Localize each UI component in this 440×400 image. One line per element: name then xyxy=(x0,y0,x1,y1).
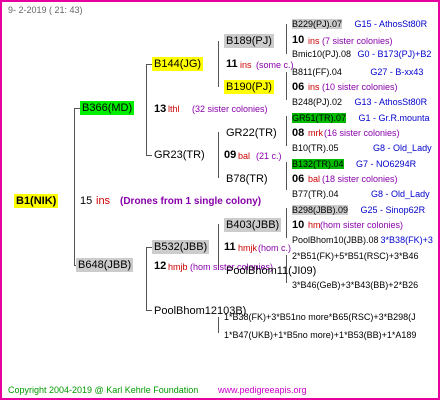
node-b532-num: 11 xyxy=(224,241,236,253)
node-gr23-num: 09 xyxy=(224,149,237,161)
g4-7[interactable]: B77(TR).04 G8 - Old_Lady xyxy=(292,187,430,201)
node-b648-ins: hmjb xyxy=(168,262,188,272)
node-b532[interactable]: B532(JBB) xyxy=(152,240,210,254)
g4-4[interactable]: GR51(TR).07 G1 - Gr.R.mounta xyxy=(292,111,430,125)
node-b366-num: 13 xyxy=(154,103,167,115)
node-b144-num: 11 xyxy=(226,58,238,70)
tree-line xyxy=(74,108,75,266)
node-b190-num: 06 xyxy=(292,81,305,93)
copyright: Copyright 2004-2019 @ Karl Kehrle Founda… xyxy=(8,385,199,395)
g4-5[interactable]: B10(TR).05 G8 - Old_Lady xyxy=(292,141,432,155)
node-gr22-num: 08 xyxy=(292,127,305,139)
node-b189-ins: ins xyxy=(308,36,320,46)
node-b366-note: (32 sister colonies) xyxy=(192,104,268,114)
node-gr23-ins: bal xyxy=(238,151,251,161)
tree-line xyxy=(286,208,287,238)
root-node[interactable]: B1(NIK) xyxy=(14,194,59,208)
g4-0[interactable]: B229(PJ).07 G15 - AthosSt80R xyxy=(292,17,427,31)
tree-line xyxy=(218,132,219,178)
root-num: 15 xyxy=(80,195,93,207)
g4-6[interactable]: B132(TR).04 G7 - NO6294R xyxy=(292,157,416,171)
node-b144[interactable]: B144(JG) xyxy=(152,57,204,71)
node-b78-num: 06 xyxy=(292,173,305,185)
node-b144-note: (some c.) xyxy=(256,60,294,70)
node-b648-num: 12 xyxy=(154,260,167,272)
node-b190[interactable]: B190(PJ) xyxy=(224,80,274,94)
node-b190-ins: ins xyxy=(308,82,320,92)
root-note: (Drones from 1 single colony) xyxy=(120,196,262,207)
node-b78-note: (18 sister colonies) xyxy=(322,174,398,184)
tree-line xyxy=(286,72,287,100)
node-b78[interactable]: B78(TR) xyxy=(224,172,270,186)
g4-9[interactable]: PoolBhom10(JBB).08 3*B38(FK)+3 xyxy=(292,233,433,247)
g4-1[interactable]: Bmic10(PJ).08 G0 - B173(PJ)+B2 xyxy=(292,47,431,61)
node-b189-note: (7 sister colonies) xyxy=(322,36,393,46)
node-b403-ins: hm xyxy=(308,220,321,230)
tree-line xyxy=(286,116,287,146)
site-link[interactable]: www.pedigreeapis.org xyxy=(218,383,307,397)
node-b532-ins: hmjk xyxy=(238,243,258,253)
node-b366[interactable]: B366(MD) xyxy=(80,101,135,115)
g4-2[interactable]: B811(FF).04 G27 - B-xx43 xyxy=(292,65,423,79)
node-b144-ins: ins xyxy=(240,60,252,70)
node-b403-note: (hom sister colonies) xyxy=(320,220,404,230)
g4-10[interactable]: 2*B51(FK)+5*B51(RSC)+3*B46 xyxy=(292,249,419,263)
node-b78-ins: bal xyxy=(308,174,321,184)
pedigree-frame: 9- 2-2019 ( 21: 43) B1(NIK) 15 ins (Dron… xyxy=(0,0,440,400)
node-b532-note: (hom c.) xyxy=(258,243,292,253)
tree-line xyxy=(146,247,147,311)
node-poolbhom11[interactable]: PoolBhom11(JI09) xyxy=(224,264,318,278)
tree-line xyxy=(286,24,287,54)
node-b403[interactable]: B403(JBB) xyxy=(224,218,282,232)
node-gr22[interactable]: GR22(TR) xyxy=(224,126,279,140)
g4-11[interactable]: 3*B46(GeB)+3*B43(BB)+2*B26 xyxy=(292,278,418,292)
node-b403-num: 10 xyxy=(292,219,305,231)
g4-13[interactable]: 1*B47(UKB)+1*B5no more)+1*B53(BB)+1*A189 xyxy=(224,328,416,342)
node-b189-num: 10 xyxy=(292,34,305,46)
g4-12[interactable]: 1*B38(FK)+3*B51no more*B65(RSC)+3*B298(J xyxy=(224,310,416,324)
node-b189[interactable]: B189(PJ) xyxy=(224,34,274,48)
node-b190-note: (10 sister colonies) xyxy=(322,82,398,92)
node-b648[interactable]: B648(JBB) xyxy=(76,258,134,272)
root-ins: ins xyxy=(96,195,111,207)
tree-line xyxy=(146,64,147,156)
tree-line xyxy=(218,41,219,87)
node-gr23-note: (21 c.) xyxy=(256,151,282,161)
node-b366-ins: lthl xyxy=(168,104,180,114)
node-gr22-note: (16 sister colonies) xyxy=(324,128,400,138)
tree-line xyxy=(218,317,219,333)
date-stamp: 9- 2-2019 ( 21: 43) xyxy=(8,5,83,15)
node-gr22-ins: mrk xyxy=(308,128,323,138)
g4-8[interactable]: B298(JBB).09 G25 - Sinop62R xyxy=(292,203,425,217)
tree-line xyxy=(286,162,287,190)
node-gr23[interactable]: GR23(TR) xyxy=(152,148,207,162)
g4-3[interactable]: B248(PJ).02 G13 - AthosSt80R xyxy=(292,95,427,109)
